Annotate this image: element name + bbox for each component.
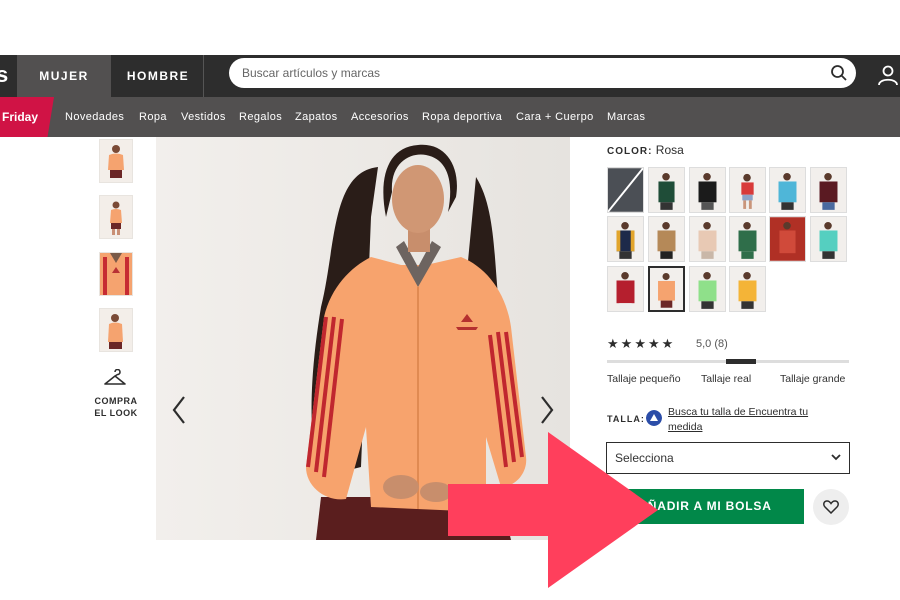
- color-swatch[interactable]: [648, 216, 685, 262]
- color-swatch[interactable]: [769, 167, 806, 213]
- nav-item-ropa[interactable]: Ropa: [139, 97, 167, 137]
- color-swatch[interactable]: [689, 167, 726, 213]
- color-swatch[interactable]: [607, 167, 644, 213]
- nav-item-novedades[interactable]: Novedades: [65, 97, 124, 137]
- shop-the-look-link[interactable]: COMPRA EL LOOK: [88, 395, 144, 419]
- color-swatch[interactable]: [689, 266, 726, 312]
- chevron-right-icon[interactable]: [537, 393, 557, 427]
- annotation-arrow: [448, 432, 658, 588]
- color-swatch[interactable]: [648, 167, 685, 213]
- nav-item-regalos[interactable]: Regalos: [239, 97, 282, 137]
- color-swatch[interactable]: [607, 216, 644, 262]
- fit-assistant-icon: [646, 410, 662, 426]
- color-swatch-selected[interactable]: [648, 266, 685, 312]
- size-label: TALLA:: [607, 414, 645, 424]
- color-swatch[interactable]: [729, 216, 766, 262]
- tab-women[interactable]: MUJER: [17, 55, 111, 97]
- user-icon[interactable]: [877, 64, 899, 86]
- search-input[interactable]: Buscar artículos y marcas: [229, 58, 856, 88]
- rating-summary[interactable]: 5,0 (8): [696, 338, 728, 350]
- fit-scale-indicator: [726, 359, 756, 364]
- color-swatch[interactable]: [769, 216, 806, 262]
- star-icon: ★: [607, 336, 621, 351]
- fit-label-true: Tallaje real: [701, 373, 752, 385]
- fit-label-small: Tallaje pequeño: [607, 373, 681, 385]
- nav-item-ropa-deportiva[interactable]: Ropa deportiva: [422, 97, 502, 137]
- logo[interactable]: s: [0, 62, 8, 88]
- gallery-thumbnail[interactable]: [99, 308, 133, 352]
- color-swatch[interactable]: [810, 167, 847, 213]
- nav-item-accesorios[interactable]: Accesorios: [351, 97, 409, 137]
- rating-value: 5,0: [696, 338, 712, 350]
- color-swatch[interactable]: [729, 266, 766, 312]
- star-icon: ★: [620, 336, 635, 351]
- rating-stars[interactable]: ★★★★★: [607, 336, 675, 352]
- nav-item-cara-cuerpo[interactable]: Cara + Cuerpo: [516, 97, 594, 137]
- search-placeholder: Buscar artículos y marcas: [242, 66, 381, 80]
- color-swatch[interactable]: [810, 216, 847, 262]
- nav-item-marcas[interactable]: Marcas: [607, 97, 645, 137]
- gallery-thumbnail[interactable]: [99, 252, 133, 296]
- size-help-link[interactable]: Busca tu talla de Encuentra tu medida: [668, 405, 833, 435]
- heart-icon: [823, 500, 839, 514]
- color-value: Rosa: [655, 143, 684, 157]
- chevron-down-icon: [831, 454, 841, 461]
- color-swatch[interactable]: [607, 266, 644, 312]
- star-icon: ★: [661, 336, 676, 351]
- promo-friday[interactable]: Friday: [0, 97, 54, 137]
- nav-item-vestidos[interactable]: Vestidos: [181, 97, 226, 137]
- star-icon: ★: [634, 336, 648, 351]
- color-label: COLOR: Rosa: [607, 143, 684, 157]
- nav-item-zapatos[interactable]: Zapatos: [295, 97, 338, 137]
- save-for-later-button[interactable]: [813, 489, 849, 525]
- hanger-icon: [104, 369, 126, 385]
- color-swatch[interactable]: [689, 216, 726, 262]
- search-icon[interactable]: [830, 64, 848, 82]
- color-label-key: COLOR:: [607, 146, 653, 157]
- tab-men[interactable]: HOMBRE: [113, 55, 204, 97]
- color-swatch[interactable]: [729, 167, 766, 213]
- fit-label-large: Tallaje grande: [780, 373, 846, 385]
- rating-count: (8): [714, 338, 728, 350]
- chevron-left-icon[interactable]: [169, 393, 189, 427]
- gallery-thumbnail[interactable]: [99, 139, 133, 183]
- gallery-thumbnail[interactable]: [99, 195, 133, 239]
- star-icon: ★: [647, 336, 662, 351]
